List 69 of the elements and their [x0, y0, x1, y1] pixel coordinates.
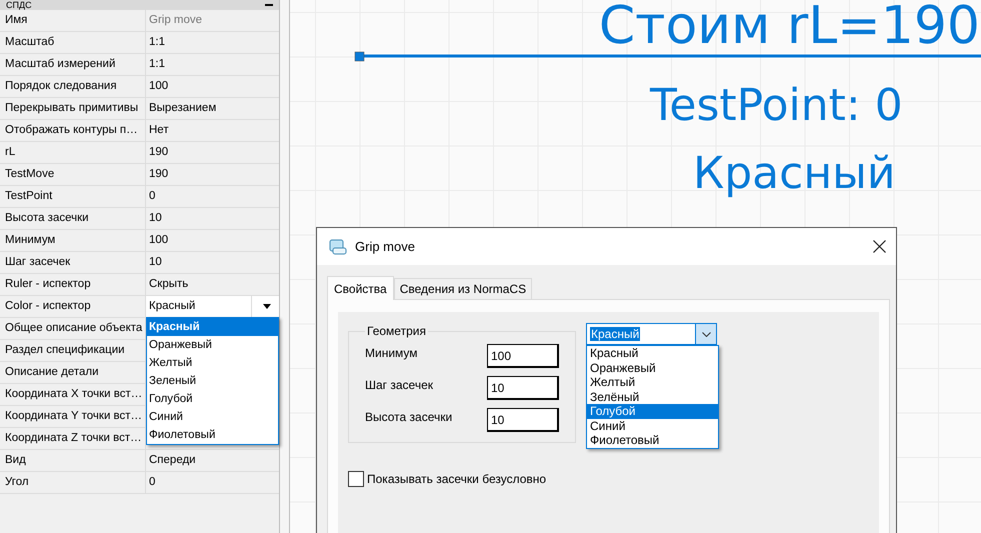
- property-value: Скрыть: [148, 277, 190, 292]
- property-name: rL: [0, 142, 146, 163]
- dialog-title: Grip move: [355, 239, 416, 254]
- field-label: Шаг засечек: [365, 377, 434, 392]
- property-value: 1:1: [148, 35, 166, 50]
- dropdown-option[interactable]: Голубой: [147, 390, 278, 408]
- property-value: Спереди: [148, 453, 197, 468]
- dropdown-option[interactable]: Оранжевый: [147, 336, 278, 354]
- property-name: Масштаб: [0, 32, 146, 53]
- grip-handle-icon[interactable]: [354, 52, 364, 62]
- canvas-heading: Стоим rL=190: [598, 0, 980, 52]
- property-name: TestMove: [0, 164, 146, 185]
- property-name: Ruler - испектор: [0, 274, 146, 295]
- field-label: Высота засечки: [365, 409, 452, 424]
- property-value: 190: [148, 145, 170, 160]
- property-name: Минимум: [0, 230, 146, 251]
- combo-option[interactable]: Фиолетовый: [587, 433, 718, 448]
- property-value: 10: [148, 255, 163, 270]
- property-name: Перекрывать примитивы: [0, 98, 146, 119]
- panel-title: СПДС: [6, 0, 32, 10]
- property-value: 10: [148, 211, 163, 226]
- canvas-label: Красный: [693, 152, 896, 196]
- dropdown-arrow-icon: [263, 304, 272, 309]
- property-value: 100: [148, 79, 170, 94]
- combo-option[interactable]: Красный: [587, 346, 718, 360]
- property-value: Вырезанием: [148, 101, 218, 116]
- property-name: Имя: [0, 10, 146, 31]
- color-combo[interactable]: Красный: [586, 323, 717, 345]
- combo-option[interactable]: Желтый: [587, 375, 718, 390]
- field-label: Минимум: [365, 345, 418, 360]
- dialog-tab[interactable]: Свойства: [327, 276, 394, 300]
- combo-option[interactable]: Синий: [587, 418, 718, 433]
- property-value: Нет: [148, 123, 170, 138]
- input-field[interactable]: 100: [487, 344, 559, 368]
- chevron-down-icon: [702, 332, 710, 336]
- property-value: 0: [148, 475, 156, 490]
- group-title: Геометрия: [366, 324, 427, 338]
- property-name: Масштаб измерений: [0, 54, 146, 75]
- input-field[interactable]: 10: [487, 376, 559, 400]
- dropdown-option[interactable]: Желтый: [147, 354, 278, 372]
- combo-option[interactable]: Оранжевый: [587, 360, 718, 375]
- panel-splitter[interactable]: [279, 0, 290, 533]
- property-value: 190: [148, 167, 170, 182]
- property-name: Шаг засечек: [0, 252, 146, 273]
- checkbox[interactable]: [348, 470, 364, 486]
- property-value: 0: [148, 189, 156, 204]
- dropdown-option[interactable]: Зеленый: [147, 372, 278, 390]
- dropdown-option[interactable]: Красный: [147, 318, 278, 336]
- dropdown-option[interactable]: Синий: [147, 408, 278, 426]
- property-value: 1:1: [148, 57, 166, 72]
- property-name: Вид: [0, 450, 146, 471]
- input-field[interactable]: 10: [487, 408, 559, 432]
- property-name: TestPoint: [0, 186, 146, 207]
- canvas-label: TestPoint: 0: [650, 84, 903, 128]
- app-icon: [329, 238, 347, 254]
- property-value: 100: [148, 233, 170, 248]
- dropdown-option[interactable]: Фиолетовый: [147, 426, 278, 444]
- property-name: Отображать контуры п…: [0, 120, 146, 141]
- property-name: Порядок следования: [0, 76, 146, 97]
- close-icon[interactable]: [873, 240, 886, 253]
- minimize-icon[interactable]: [265, 4, 274, 6]
- checkbox-label: Показывать засечки безусловно: [367, 472, 546, 486]
- property-value: Grip move: [148, 13, 204, 28]
- combo-option[interactable]: Голубой: [587, 404, 718, 418]
- dialog-tab[interactable]: Сведения из NormaCS: [394, 278, 532, 299]
- property-dropdown[interactable]: Красный: [146, 296, 280, 317]
- combo-option[interactable]: Зелёный: [587, 390, 718, 404]
- property-name: Высота засечки: [0, 208, 146, 229]
- property-name: Угол: [0, 472, 146, 493]
